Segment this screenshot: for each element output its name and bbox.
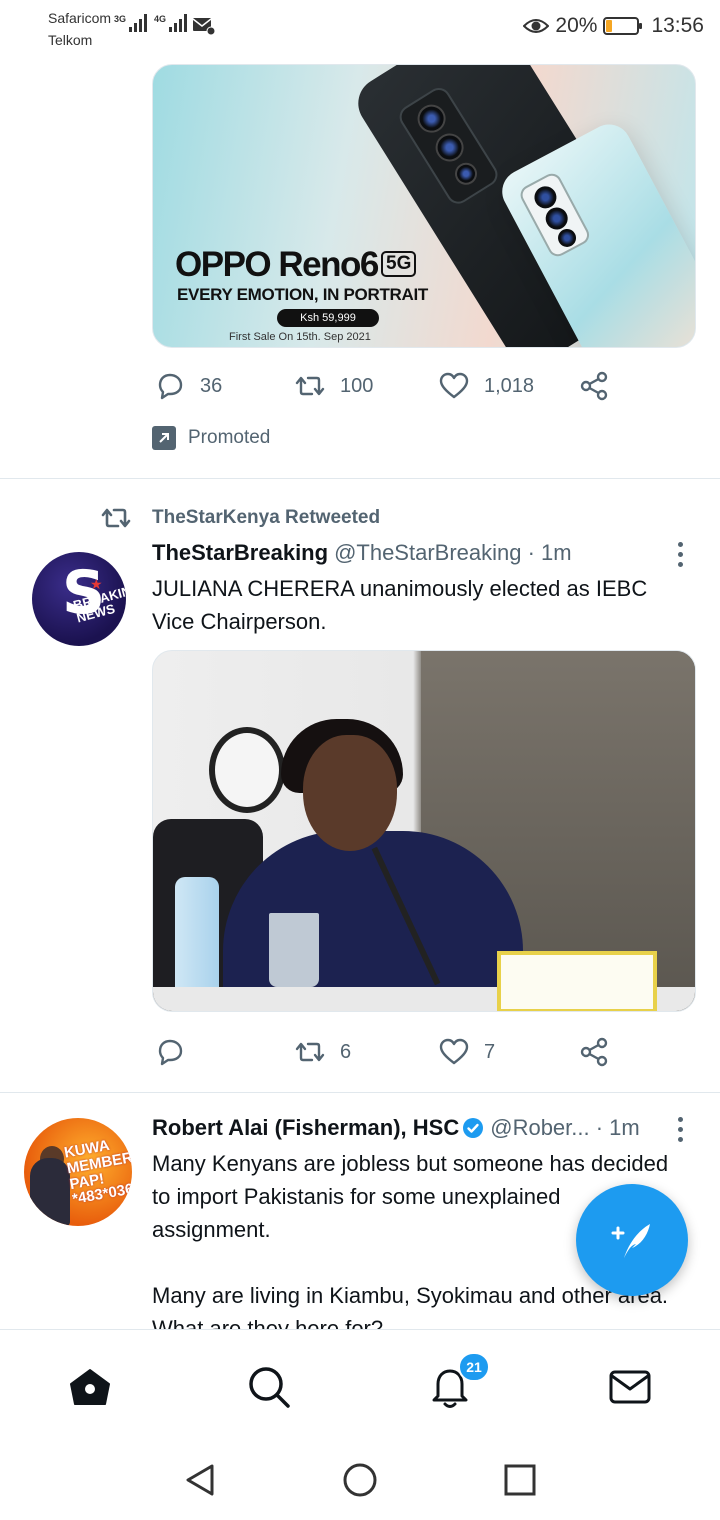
retweet-icon <box>295 376 325 396</box>
share-icon <box>580 371 608 401</box>
message-status-icon <box>192 18 216 36</box>
retweet-button[interactable]: 100 <box>294 370 373 402</box>
like-count: 7 <box>484 1040 496 1063</box>
home-circle-icon[interactable] <box>342 1462 378 1498</box>
home-icon[interactable] <box>67 1364 113 1410</box>
tweet-action-bar: 6 7 <box>152 1032 632 1072</box>
back-icon[interactable] <box>182 1462 218 1498</box>
tweet-photo[interactable] <box>152 650 696 1012</box>
reply-icon <box>158 1039 183 1066</box>
tweet-header: Robert Alai (Fisherman), HSC @Rober... ·… <box>152 1115 640 1141</box>
promoted-indicator: Promoted <box>152 426 270 450</box>
mail-icon[interactable] <box>607 1364 653 1410</box>
divider <box>0 1092 720 1093</box>
promo-action-bar: 36 100 1,018 <box>152 366 632 406</box>
retweet-count: 100 <box>340 374 374 397</box>
search-icon[interactable] <box>246 1364 292 1410</box>
retweet-count: 6 <box>340 1040 352 1063</box>
promoted-icon <box>152 426 176 450</box>
system-navigation <box>0 1440 720 1520</box>
compose-icon <box>611 1224 650 1258</box>
seal-graphic <box>209 727 285 813</box>
signal-icon-1: 3G <box>114 14 148 32</box>
recents-icon[interactable] <box>502 1462 538 1498</box>
retweet-icon <box>101 508 131 528</box>
more-options-icon[interactable] <box>676 1117 684 1142</box>
retweeted-by-label: TheStarKenya Retweeted <box>152 507 381 528</box>
like-button[interactable]: 7 <box>438 1036 495 1068</box>
signal-icon-2: 4G <box>154 14 188 32</box>
ad-image[interactable]: OPPO Reno6 5G EVERY EMOTION, IN PORTRAIT… <box>152 64 696 348</box>
avatar[interactable]: S ★ BREAKING NEWS <box>32 552 126 646</box>
share-icon <box>580 1037 608 1067</box>
verified-badge-icon <box>463 1118 484 1138</box>
retweet-icon <box>295 1042 325 1062</box>
ad-tagline: EVERY EMOTION, IN PORTRAIT <box>177 285 429 304</box>
carrier-1: Safaricom <box>48 10 112 26</box>
clock: 13:56 <box>651 14 704 37</box>
avatar[interactable]: KUWA MEMBER PAP! *483*036# <box>24 1118 132 1226</box>
promoted-label: Promoted <box>188 427 271 448</box>
tweet-text: JULIANA CHERERA unanimously elected as I… <box>152 576 648 634</box>
ad-brand: OPPO Reno6 <box>175 245 379 284</box>
like-button[interactable]: 1,018 <box>438 370 534 402</box>
battery-percent: 20% <box>555 14 598 37</box>
handle-and-time[interactable]: @TheStarBreaking · 1m <box>334 540 572 566</box>
ad-sale-date: First Sale On 15th. Sep 2021 <box>229 331 371 343</box>
divider <box>0 478 720 479</box>
share-button[interactable] <box>578 1036 610 1068</box>
reply-button[interactable]: 36 <box>154 370 222 402</box>
reply-button[interactable] <box>154 1036 200 1068</box>
bottom-navigation <box>0 1329 720 1439</box>
reply-count: 36 <box>200 374 223 397</box>
display-name[interactable]: Robert Alai (Fisherman), HSC <box>152 1115 459 1141</box>
retweeted-by[interactable]: TheStarKenya Retweeted <box>100 502 380 534</box>
more-options-icon[interactable] <box>676 542 684 567</box>
battery-icon <box>603 17 643 35</box>
compose-tweet-button[interactable] <box>576 1184 688 1296</box>
like-icon <box>439 1038 469 1065</box>
ad-5g-badge: 5G <box>381 251 417 277</box>
eye-icon <box>523 19 550 33</box>
like-icon <box>439 372 469 399</box>
status-bar: Safaricom Telkom 3G 4G 20% 13:56 <box>0 0 720 58</box>
notifications-badge: 21 <box>458 1352 490 1382</box>
carrier-2: Telkom <box>48 32 93 48</box>
share-button[interactable] <box>578 370 610 402</box>
name-plate <box>497 951 657 1011</box>
ad-price: Ksh 59,999 <box>277 309 379 327</box>
retweet-button[interactable]: 6 <box>294 1036 351 1068</box>
like-count: 1,018 <box>484 374 535 397</box>
display-name[interactable]: TheStarBreaking <box>152 540 328 566</box>
tweet-header: TheStarBreaking @TheStarBreaking · 1m <box>152 540 572 566</box>
handle-and-time[interactable]: @Rober... · 1m <box>490 1115 640 1141</box>
reply-icon <box>158 373 183 400</box>
